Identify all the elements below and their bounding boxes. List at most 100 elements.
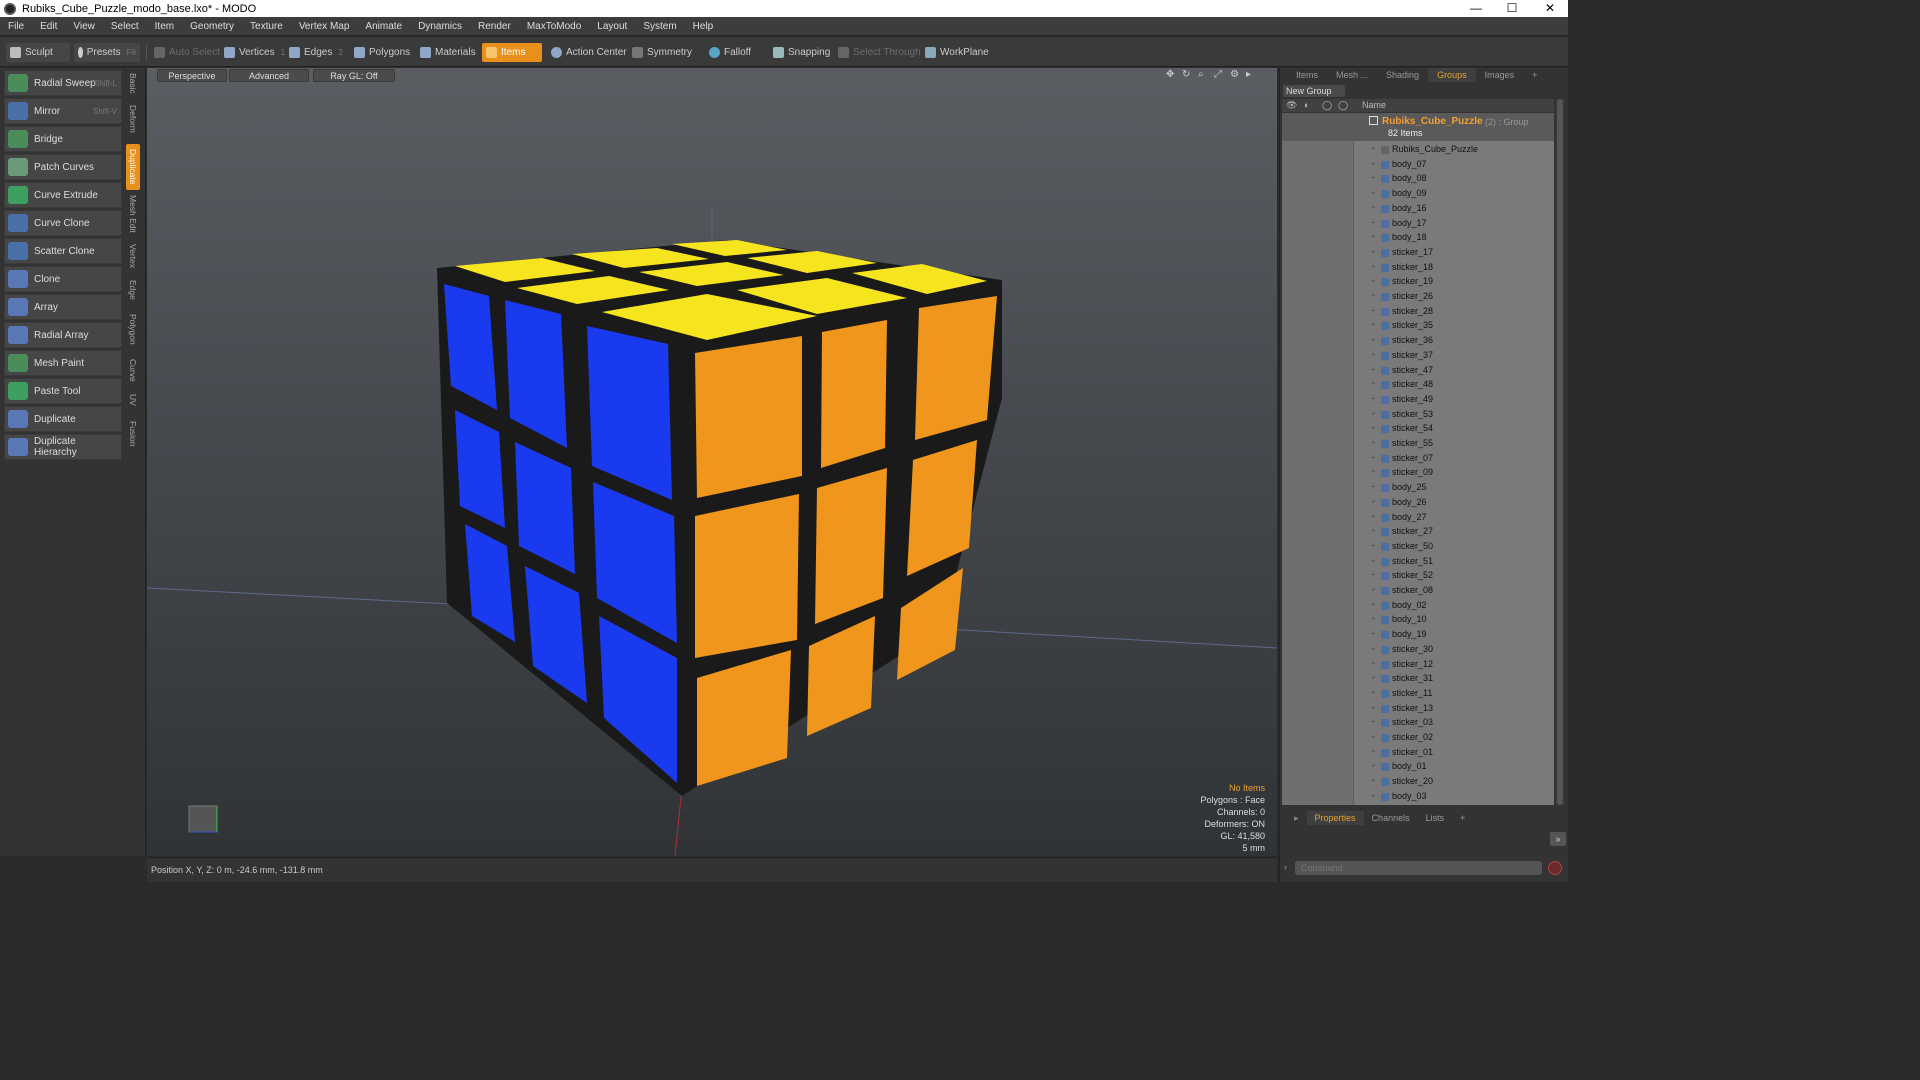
tool-paste-tool[interactable]: Paste Tool — [4, 378, 122, 404]
menu-select[interactable]: Select — [103, 21, 147, 32]
lock-icon[interactable]: ◐ — [1304, 100, 1309, 110]
tool-radial-array[interactable]: Radial Array — [4, 322, 122, 348]
expand-icon[interactable]: + — [1371, 467, 1376, 476]
menu-geometry[interactable]: Geometry — [182, 21, 242, 32]
tool-duplicate-hierarchy[interactable]: Duplicate Hierarchy — [4, 434, 122, 460]
record-icon[interactable] — [1548, 861, 1562, 875]
menu-file[interactable]: File — [0, 21, 32, 32]
group-member-row[interactable]: + sticker_07 — [1282, 452, 1554, 466]
expand-icon[interactable]: + — [1371, 203, 1376, 212]
tool-bridge[interactable]: Bridge — [4, 126, 122, 152]
expand-icon[interactable]: + — [1371, 365, 1376, 374]
group-member-row[interactable]: + body_01 — [1282, 760, 1554, 774]
maximize-button[interactable]: ☐ — [1494, 0, 1530, 17]
expand-icon[interactable]: + — [1371, 761, 1376, 770]
expand-icon[interactable]: + — [1371, 394, 1376, 403]
group-member-row[interactable]: + body_26 — [1282, 496, 1554, 510]
tab-properties[interactable]: Properties — [1306, 811, 1364, 825]
group-member-row[interactable]: + sticker_17 — [1282, 246, 1554, 260]
tab-lists[interactable]: Lists — [1418, 811, 1453, 825]
add-properties-tab-button[interactable]: + — [1452, 811, 1473, 825]
tab-curve[interactable]: Curve — [126, 354, 140, 386]
expand-icon[interactable]: + — [1371, 497, 1376, 506]
group-member-row[interactable]: + body_07 — [1282, 158, 1554, 172]
expand-icon[interactable]: + — [1371, 570, 1376, 579]
group-member-row[interactable]: + sticker_09 — [1282, 466, 1554, 480]
expand-icon[interactable]: + — [1371, 688, 1376, 697]
group-member-row[interactable]: + sticker_51 — [1282, 555, 1554, 569]
expand-icon[interactable]: + — [1371, 276, 1376, 285]
group-member-row[interactable]: + sticker_01 — [1282, 746, 1554, 760]
group-member-row[interactable]: + sticker_19 — [1282, 275, 1554, 289]
fit-icon[interactable]: ⤢ — [1214, 69, 1225, 80]
chevron-right-icon[interactable]: ▸ — [1246, 69, 1257, 80]
polygons-button[interactable]: Polygons — [350, 43, 414, 62]
items-button[interactable]: Items — [482, 43, 542, 62]
presets-button[interactable]: Presets F6 — [74, 43, 140, 62]
select-through-button[interactable]: Select Through — [834, 43, 925, 62]
expand-icon[interactable]: + — [1371, 600, 1376, 609]
group-member-row[interactable]: + body_27 — [1282, 511, 1554, 525]
symmetry-button[interactable]: Symmetry — [628, 43, 696, 62]
group-member-row[interactable]: + sticker_49 — [1282, 393, 1554, 407]
expand-icon[interactable]: + — [1371, 541, 1376, 550]
expand-icon[interactable]: + — [1371, 453, 1376, 462]
tool-curve-clone[interactable]: Curve Clone — [4, 210, 122, 236]
expand-icon[interactable]: + — [1371, 188, 1376, 197]
expand-icon[interactable]: + — [1371, 218, 1376, 227]
expand-icon[interactable]: + — [1371, 732, 1376, 741]
group-member-row[interactable]: + sticker_55 — [1282, 437, 1554, 451]
group-member-row[interactable]: + body_02 — [1282, 599, 1554, 613]
expand-icon[interactable]: + — [1371, 556, 1376, 565]
vertices-button[interactable]: Vertices 1 — [220, 43, 289, 62]
action-center-button[interactable]: Action Center — [547, 43, 631, 62]
group-member-row[interactable]: + body_18 — [1282, 231, 1554, 245]
group-member-row[interactable]: + sticker_53 — [1282, 408, 1554, 422]
expand-icon[interactable]: + — [1371, 717, 1376, 726]
menu-item[interactable]: Item — [147, 21, 182, 32]
tool-duplicate[interactable]: Duplicate — [4, 406, 122, 432]
expand-icon[interactable]: + — [1371, 776, 1376, 785]
close-button[interactable]: ✕ — [1532, 0, 1568, 17]
minimize-button[interactable]: — — [1458, 0, 1494, 17]
render-icon[interactable]: ◯ — [1322, 100, 1332, 111]
group-member-row[interactable]: + body_08 — [1282, 172, 1554, 186]
group-member-row[interactable]: + sticker_35 — [1282, 319, 1554, 333]
sculpt-button[interactable]: Sculpt — [6, 43, 70, 62]
menu-view[interactable]: View — [65, 21, 103, 32]
panel-menu-icon[interactable]: ▸ — [1280, 811, 1307, 825]
expand-icon[interactable]: + — [1371, 409, 1376, 418]
expand-icon[interactable]: + — [1371, 703, 1376, 712]
group-member-row[interactable]: + sticker_37 — [1282, 349, 1554, 363]
menu-system[interactable]: System — [635, 21, 684, 32]
menu-vertex-map[interactable]: Vertex Map — [291, 21, 358, 32]
3d-viewport[interactable]: Perspective Advanced Ray GL: Off ✥ ↻ ⌕ ⤢… — [147, 68, 1277, 856]
tab-edge[interactable]: Edge — [126, 276, 140, 304]
expand-icon[interactable]: + — [1371, 585, 1376, 594]
zoom-icon[interactable]: ⌕ — [1198, 69, 1209, 80]
expand-icon[interactable]: + — [1371, 291, 1376, 300]
rotate-icon[interactable]: ↻ — [1182, 69, 1193, 80]
expand-icon[interactable]: + — [1371, 247, 1376, 256]
snapping-button[interactable]: Snapping — [769, 43, 834, 62]
tab-images[interactable]: Images — [1476, 68, 1524, 82]
expand-icon[interactable]: + — [1371, 482, 1376, 491]
menu-maxtomodo[interactable]: MaxToModo — [519, 21, 589, 32]
tab-items[interactable]: Items — [1280, 68, 1327, 82]
group-member-row[interactable]: + sticker_18 — [1282, 261, 1554, 275]
expand-icon[interactable]: + — [1371, 306, 1376, 315]
group-member-row[interactable]: + sticker_03 — [1282, 716, 1554, 730]
group-member-row[interactable]: + sticker_50 — [1282, 540, 1554, 554]
tool-clone[interactable]: Clone — [4, 266, 122, 292]
group-member-row[interactable]: + sticker_48 — [1282, 378, 1554, 392]
group-member-row[interactable]: + sticker_54 — [1282, 422, 1554, 436]
menu-animate[interactable]: Animate — [357, 21, 410, 32]
group-member-row[interactable]: + sticker_08 — [1282, 584, 1554, 598]
expand-icon[interactable]: + — [1371, 526, 1376, 535]
group-member-row[interactable]: + body_09 — [1282, 187, 1554, 201]
group-row[interactable]: Rubiks_Cube_Puzzle (2) : Group 82 Items — [1282, 113, 1554, 141]
tab-mesh-edit[interactable]: Mesh Edit — [126, 192, 140, 236]
shading-mode-dropdown[interactable]: Advanced — [229, 69, 309, 82]
add-tab-button[interactable]: + — [1523, 68, 1546, 82]
expand-icon[interactable]: + — [1371, 144, 1376, 153]
